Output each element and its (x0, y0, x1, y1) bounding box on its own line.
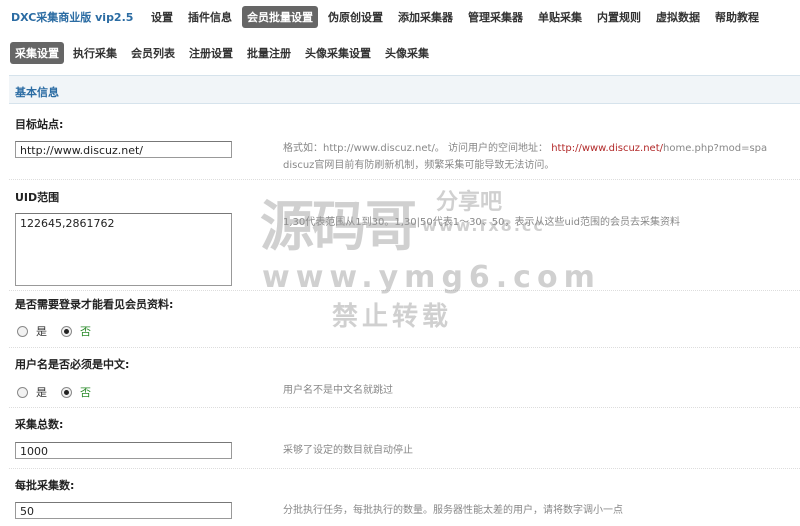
tab-virtual-data[interactable]: 虚拟数据 (651, 6, 705, 28)
need-login-label: 是否需要登录才能看见会员资料: (15, 298, 174, 311)
target-site-label: 目标站点: (15, 118, 64, 131)
divider (9, 347, 800, 348)
top-navigation: DXC采集商业版 vip2.5 设置 插件信息 会员批量设置 伪原创设置 添加采… (0, 0, 800, 32)
uid-range-hint: 1,30代表范围从1到30。1,30|50代表1～30、50，表示从这些uid范… (283, 217, 680, 228)
main-tabs: 设置 插件信息 会员批量设置 伪原创设置 添加采集器 管理采集器 单贴采集 内置… (146, 6, 769, 28)
divider (9, 468, 800, 469)
subtab-register-settings[interactable]: 注册设置 (184, 42, 238, 64)
username-chinese-hint: 用户名不是中文名就跳过 (283, 385, 393, 396)
need-login-no-label: 否 (80, 325, 91, 338)
target-site-hint-prefix: 格式如：http://www.discuz.net/。 访问用户的空间地址： (283, 143, 548, 154)
need-login-yes-label: 是 (36, 325, 47, 338)
target-site-input[interactable]: http://www.discuz.net/ (15, 141, 232, 158)
need-login-no-radio[interactable] (61, 325, 72, 337)
tab-settings[interactable]: 设置 (146, 6, 178, 28)
section-title: 基本信息 (15, 86, 59, 99)
username-chinese-yes-label: 是 (36, 386, 47, 399)
need-login-radio-group: 是 否 (17, 323, 105, 339)
tab-manage-collector[interactable]: 管理采集器 (463, 6, 528, 28)
divider (9, 407, 800, 408)
need-login-yes-radio[interactable] (17, 325, 28, 337)
subtab-member-list[interactable]: 会员列表 (126, 42, 180, 64)
watermark-side-text: 分享吧 (436, 190, 503, 215)
username-chinese-yes-radio[interactable] (17, 386, 28, 398)
batch-count-label: 每批采集数: (15, 479, 75, 492)
total-count-hint: 采够了设定的数目就自动停止 (283, 445, 413, 456)
tab-pseudo-original[interactable]: 伪原创设置 (323, 6, 388, 28)
username-chinese-label: 用户名是否必须是中文: (15, 358, 130, 371)
tab-member-batch-settings[interactable]: 会员批量设置 (242, 6, 318, 28)
total-count-input[interactable]: 1000 (15, 442, 232, 459)
subtab-collect-settings[interactable]: 采集设置 (10, 42, 64, 64)
target-site-hint-link: http://www.discuz.net/ (551, 143, 663, 154)
target-site-hint: 格式如：http://www.discuz.net/。 访问用户的空间地址： h… (283, 140, 767, 157)
target-site-hint-line2: discuz官网目前有防刷新机制，频繁采集可能导致无法访问。 (283, 160, 555, 171)
divider (9, 179, 800, 180)
subtab-batch-register[interactable]: 批量注册 (242, 42, 296, 64)
total-count-label: 采集总数: (15, 418, 64, 431)
subtab-avatar-collect[interactable]: 头像采集 (380, 42, 434, 64)
username-chinese-no-radio[interactable] (61, 386, 72, 398)
watermark: 源码哥 分享吧 www.fx8.cc www.ymg6.com 禁止转载 (250, 178, 595, 338)
uid-range-textarea[interactable]: 122645,2861762 (15, 213, 232, 286)
tab-single-post[interactable]: 单贴采集 (533, 6, 587, 28)
watermark-no-repost: 禁止转载 (332, 302, 453, 332)
tab-help[interactable]: 帮助教程 (710, 6, 764, 28)
username-chinese-radio-group: 是 否 (17, 384, 105, 400)
subtab-run-collect[interactable]: 执行采集 (68, 42, 122, 64)
sub-tabs: 采集设置 执行采集 会员列表 注册设置 批量注册 头像采集设置 头像采集 (10, 42, 438, 64)
tab-add-collector[interactable]: 添加采集器 (393, 6, 458, 28)
app-brand: DXC采集商业版 vip2.5 (11, 11, 134, 24)
tab-builtin-rules[interactable]: 内置规则 (592, 6, 646, 28)
batch-count-hint: 分批执行任务，每批执行的数量。服务器性能太差的用户，请将数字调小一点 (283, 505, 623, 516)
username-chinese-no-label: 否 (80, 386, 91, 399)
batch-count-input[interactable]: 50 (15, 502, 232, 519)
section-header: 基本信息 (9, 75, 800, 104)
target-site-hint-suffix: home.php?mod=spa (663, 143, 768, 154)
uid-range-label: UID范围 (15, 191, 60, 204)
tab-plugin-info[interactable]: 插件信息 (183, 6, 237, 28)
subtab-avatar-settings[interactable]: 头像采集设置 (300, 42, 376, 64)
divider (9, 290, 800, 291)
